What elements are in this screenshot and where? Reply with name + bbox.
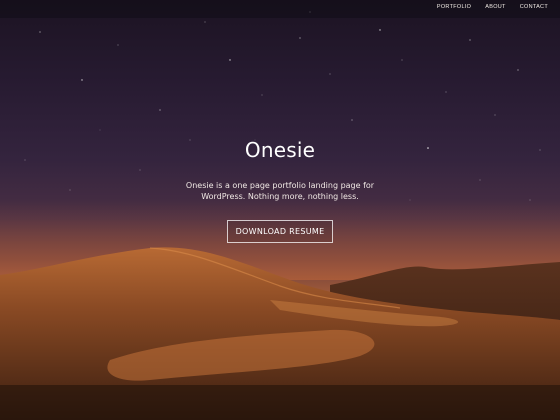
primary-nav: PORTFOLIO ABOUT CONTACT bbox=[437, 4, 548, 10]
nav-item-contact[interactable]: CONTACT bbox=[520, 4, 548, 10]
top-navigation-bar: PORTFOLIO ABOUT CONTACT bbox=[0, 0, 560, 18]
nav-item-portfolio[interactable]: PORTFOLIO bbox=[437, 4, 471, 10]
site-tagline: Onesie is a one page portfolio landing p… bbox=[185, 181, 375, 201]
site-title: Onesie bbox=[244, 138, 316, 162]
nav-item-about[interactable]: ABOUT bbox=[485, 4, 505, 10]
hero-content: Onesie Onesie is a one page portfolio la… bbox=[0, 138, 560, 243]
download-resume-button[interactable]: DOWNLOAD RESUME bbox=[226, 220, 334, 243]
